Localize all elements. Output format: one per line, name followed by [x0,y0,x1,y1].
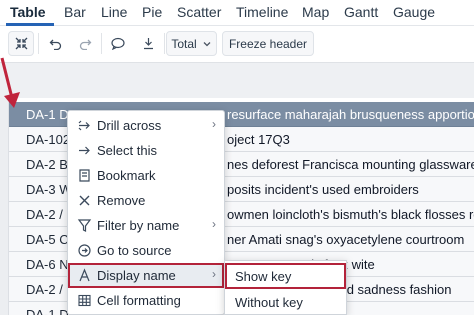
go-to-source-icon [78,244,91,257]
annotation-arrow-icon [0,57,20,108]
collapse-arrows-icon [15,37,27,50]
chevron-down-icon [203,41,211,46]
redo-icon [79,39,91,50]
row-key: DA-3 W [26,182,72,197]
font-icon [79,268,90,282]
row-key: DA-5 C [26,232,69,247]
comment-button[interactable] [105,31,131,56]
menu-item-cell-formatting[interactable]: Cell formatting [68,288,224,313]
menu-item-label: Drill across [97,118,162,133]
row-text: posits incident's used embroiders [227,182,419,197]
row-text: ner Amati snag's oxyacetylene courtroom [227,232,465,247]
menu-item-bookmark[interactable]: Bookmark [68,163,224,188]
submenu-item-label: Show key [235,269,292,284]
tab-line[interactable]: Line [101,4,127,20]
row-key: DA-2 / [26,207,63,222]
row-text: oject 17Q3 [227,132,290,147]
view-tabs: Table Bar Line Pie Scatter Timeline Map … [0,0,474,26]
menu-item-label: Remove [97,193,146,208]
row-text: nes deforest Francisca mounting glasswar… [227,157,474,172]
menu-item-label: Cell formatting [97,293,181,308]
menu-item-remove[interactable]: Remove [68,188,224,213]
submenu-item-without-key[interactable]: Without key [225,289,346,315]
chevron-right-icon: › [212,217,216,231]
tab-timeline[interactable]: Timeline [236,4,288,20]
row-key: DA-6 N [26,257,69,272]
menu-item-display-name[interactable]: Display name › [68,263,224,288]
total-dropdown-label: Total [171,36,197,51]
display-name-submenu: Show key Without key [224,260,347,315]
menu-item-label: Filter by name [97,218,180,233]
chevron-right-icon: › [212,117,216,131]
menu-item-select-this[interactable]: Select this [68,138,224,163]
menu-item-label: Display name [97,268,176,283]
toolbar: Total Freeze header [0,27,474,61]
tab-bar[interactable]: Bar [64,4,86,20]
row-key: DA-1 D [26,307,69,315]
undo-button[interactable] [42,31,68,56]
tab-table[interactable]: Table [10,4,46,20]
toolbar-divider [101,33,102,54]
tab-gantt[interactable]: Gantt [344,4,378,20]
row-gutter [0,98,9,315]
select-arrow-icon [79,146,90,155]
collapse-arrows-button[interactable] [8,31,34,56]
freeze-header-button[interactable]: Freeze header [222,31,314,56]
menu-item-label: Select this [97,143,157,158]
menu-item-drill-across[interactable]: Drill across › [68,113,224,138]
chevron-right-icon: › [212,267,216,281]
tab-scatter[interactable]: Scatter [177,4,221,20]
bookmark-icon [79,169,90,182]
toolbar-divider [38,33,39,54]
submenu-item-show-key[interactable]: Show key [225,263,346,289]
row-key: DA-2 / [26,282,63,297]
menu-item-label: Go to source [97,243,172,258]
row-key: DA-2 B [26,157,68,172]
active-tab-indicator [6,23,54,26]
toolbar-divider [164,33,165,54]
table-grid-icon [78,294,91,307]
row-key: DA-102 [26,132,71,147]
context-menu: Drill across › Select this Bookmark Remo… [67,110,225,315]
undo-icon [49,39,61,50]
total-dropdown[interactable]: Total [166,31,217,56]
submenu-item-label: Without key [235,295,303,310]
comment-icon [111,37,125,50]
menu-item-go-to-source[interactable]: Go to source [68,238,224,263]
pin-button[interactable] [135,31,161,56]
tab-gauge[interactable]: Gauge [393,4,435,20]
filter-icon [77,219,92,232]
menu-item-label: Bookmark [97,168,156,183]
freeze-header-label: Freeze header [228,36,308,51]
row-text: owmen loincloth's bismuth's black flosse… [227,207,474,222]
tab-pie[interactable]: Pie [142,4,162,20]
row-text: resurface maharajah brusqueness apportio… [227,107,474,122]
pin-icon [143,38,153,50]
remove-icon [79,195,90,206]
table-header-band [0,62,474,98]
tab-map[interactable]: Map [302,4,329,20]
menu-item-filter-by-name[interactable]: Filter by name › [68,213,224,238]
drill-across-icon [78,120,90,131]
redo-button[interactable] [72,31,98,56]
